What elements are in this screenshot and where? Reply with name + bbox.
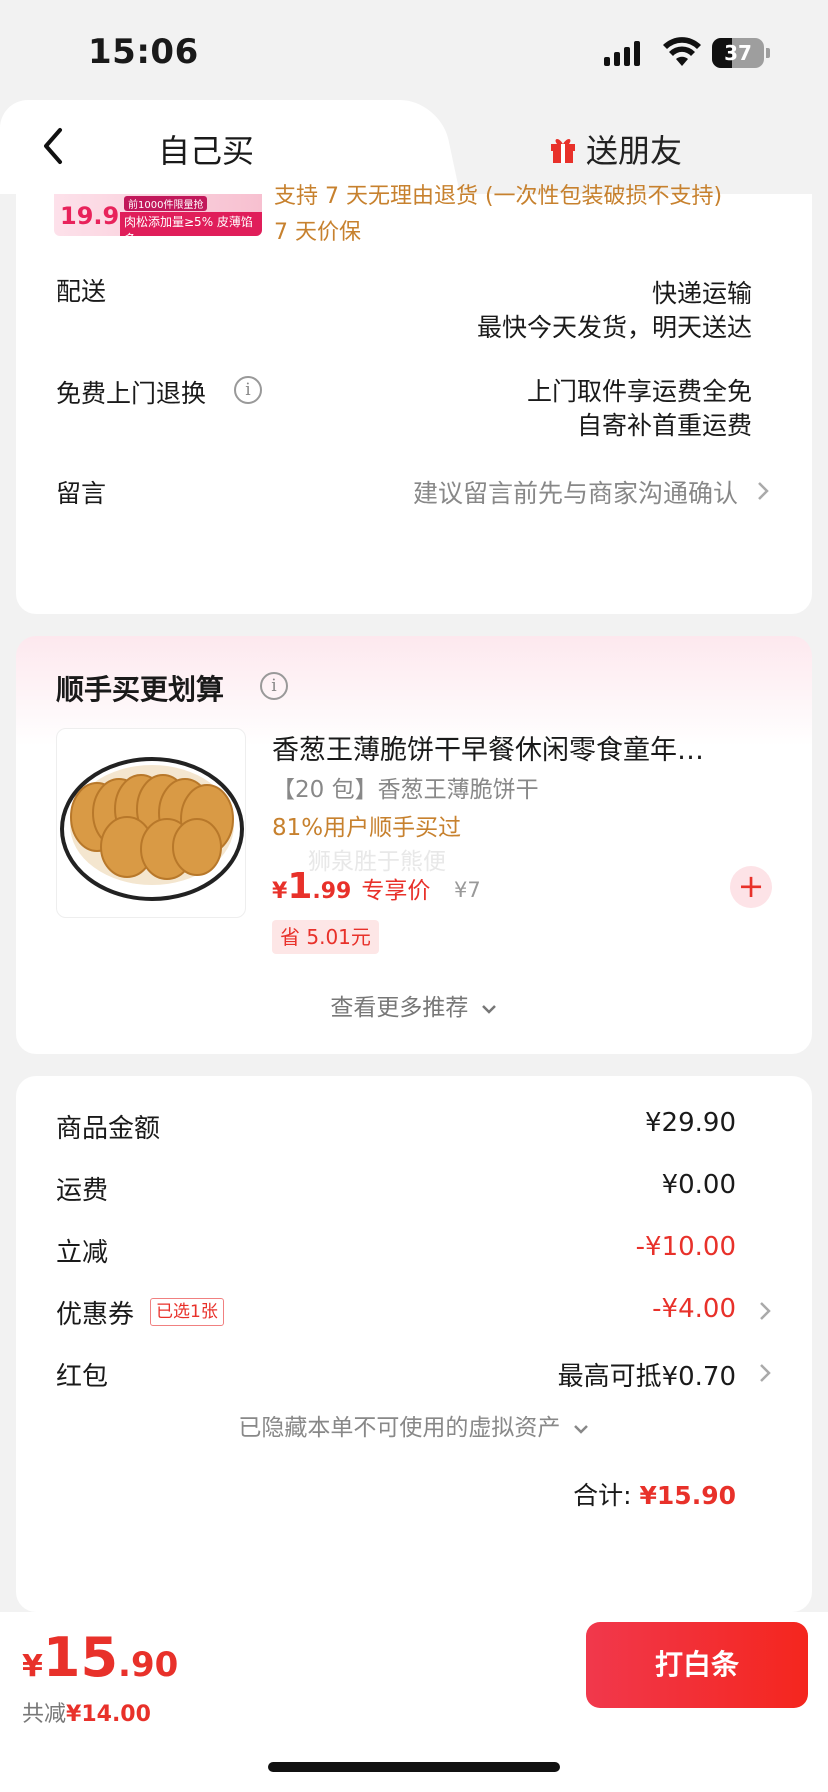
coupon-value: -¥4.00 bbox=[652, 1294, 736, 1324]
shipping-label: 运费 bbox=[56, 1176, 109, 1206]
price-integer: 1 bbox=[287, 866, 313, 907]
thumbnail-price: 19.9 bbox=[60, 202, 120, 230]
delivery-label: 配送 bbox=[56, 277, 107, 306]
tab-send-friend[interactable]: 送朋友 bbox=[548, 126, 682, 172]
tab-self-buy-label: 自己买 bbox=[158, 132, 255, 170]
price-protect-text: 7 天价保 bbox=[274, 220, 361, 245]
status-bar: 15:06 37 bbox=[0, 0, 828, 100]
addon-recommend-card: 顺手买更划算 i 香葱王薄脆饼干早餐休闲零食童年… 【20 包】香葱王薄脆饼干 … bbox=[16, 636, 812, 1054]
info-icon[interactable]: i bbox=[260, 672, 288, 700]
battery-level: 37 bbox=[724, 41, 752, 65]
add-addon-button[interactable]: + bbox=[730, 866, 772, 908]
pay-decimal: .90 bbox=[118, 1645, 179, 1685]
chevron-right-icon bbox=[760, 1302, 771, 1320]
total-label: 合计: bbox=[573, 1481, 632, 1510]
cellular-signal-icon bbox=[604, 40, 640, 66]
price-decimal: .99 bbox=[312, 879, 352, 904]
shipping-value: ¥0.00 bbox=[661, 1170, 736, 1200]
chevron-right-icon bbox=[758, 482, 769, 500]
order-total: 合计: ¥15.90 bbox=[573, 1476, 736, 1512]
chevron-right-icon bbox=[760, 1364, 771, 1382]
instant-discount-value: -¥10.00 bbox=[635, 1232, 736, 1262]
total-saved: 共减¥14.00 bbox=[22, 1696, 151, 1728]
back-icon[interactable] bbox=[38, 126, 68, 166]
addon-product-image[interactable] bbox=[56, 728, 246, 918]
note-placeholder: 建议留言前先与商家沟通确认 bbox=[412, 479, 738, 508]
wifi-icon bbox=[663, 37, 701, 66]
coupon-label: 优惠券 bbox=[56, 1300, 135, 1330]
pay-integer: 15 bbox=[42, 1626, 119, 1689]
red-packet-label: 红包 bbox=[56, 1362, 109, 1392]
saved-label: 共减 bbox=[22, 1702, 67, 1727]
goods-amount-label: 商品金额 bbox=[56, 1114, 161, 1144]
hidden-assets-label: 已隐藏本单不可使用的虚拟资产 bbox=[238, 1415, 561, 1441]
free-return-line1: 上门取件享运费全免 bbox=[526, 377, 752, 406]
thumbnail-promo-feature: 肉松添加量≥5% 皮薄馅多 bbox=[120, 212, 262, 236]
addon-product-tag: 81%用户顺手买过 bbox=[272, 815, 462, 841]
save-badge: 省 5.01元 bbox=[272, 920, 379, 954]
total-value: ¥15.90 bbox=[639, 1481, 736, 1510]
addon-product-spec: 【20 包】香葱王薄脆饼干 bbox=[272, 777, 539, 803]
coupon-selected-badge: 已选1张 bbox=[150, 1298, 224, 1326]
hidden-assets-toggle[interactable]: 已隐藏本单不可使用的虚拟资产 bbox=[16, 1408, 812, 1442]
original-price: ¥7 bbox=[454, 878, 481, 902]
status-time: 15:06 bbox=[88, 32, 199, 72]
order-info-card: 19.9 前1000件限量抢 肉松添加量≥5% 皮薄馅多 支持 7 天无理由退货… bbox=[16, 184, 812, 614]
thumbnail-promo-limit: 前1000件限量抢 bbox=[124, 196, 208, 211]
pay-amount: ¥ 15 .90 bbox=[22, 1626, 178, 1689]
red-packet-value: 最高可抵¥0.70 bbox=[557, 1362, 736, 1392]
saved-value: ¥14.00 bbox=[66, 1702, 151, 1727]
delivery-method: 快递运输 bbox=[651, 279, 752, 308]
note-label: 留言 bbox=[56, 479, 107, 508]
exclusive-price-label: 专享价 bbox=[361, 878, 431, 904]
addon-section-title: 顺手买更划算 bbox=[56, 673, 225, 706]
chevron-down-icon bbox=[573, 1425, 588, 1434]
price-currency: ¥ bbox=[272, 879, 288, 904]
cracker-bowl-image bbox=[60, 757, 244, 901]
battery-icon: 37 bbox=[712, 38, 770, 68]
more-recommend-link[interactable]: 查看更多推荐 bbox=[16, 988, 812, 1022]
checkout-bar: ¥ 15 .90 共减¥14.00 打白条 bbox=[0, 1612, 828, 1792]
goods-amount-value: ¥29.90 bbox=[645, 1108, 736, 1138]
more-recommend-label: 查看更多推荐 bbox=[330, 995, 469, 1021]
tab-send-friend-label: 送朋友 bbox=[586, 132, 683, 170]
gift-icon bbox=[551, 139, 575, 163]
free-return-line2: 自寄补首重运费 bbox=[576, 411, 752, 440]
home-indicator[interactable] bbox=[268, 1762, 560, 1772]
delivery-eta: 最快今天发货，明天送达 bbox=[476, 313, 752, 342]
pay-with-baitiao-button[interactable]: 打白条 bbox=[586, 1622, 808, 1708]
pay-currency: ¥ bbox=[22, 1649, 43, 1684]
instant-discount-label: 立减 bbox=[56, 1238, 109, 1268]
price-summary-card: 商品金额 ¥29.90 运费 ¥0.00 立减 -¥10.00 优惠券 已选1张… bbox=[16, 1076, 812, 1612]
addon-product-name[interactable]: 香葱王薄脆饼干早餐休闲零食童年… bbox=[272, 728, 752, 767]
addon-product-price: ¥ 1 .99 专享价 bbox=[272, 866, 430, 907]
return-policy-text: 支持 7 天无理由退货 (一次性包装破损不支持) bbox=[274, 184, 723, 209]
product-thumbnail[interactable]: 19.9 前1000件限量抢 肉松添加量≥5% 皮薄馅多 bbox=[54, 194, 262, 236]
chevron-down-icon bbox=[481, 1005, 496, 1014]
info-icon[interactable]: i bbox=[234, 376, 262, 404]
free-return-label: 免费上门退换 bbox=[56, 379, 207, 408]
